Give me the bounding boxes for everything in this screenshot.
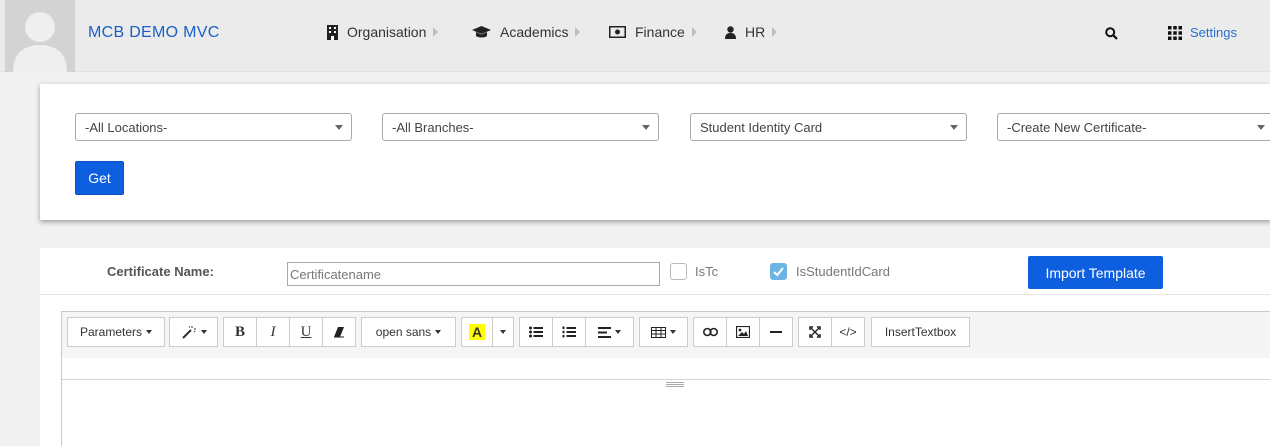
get-button[interactable]: Get: [75, 161, 124, 195]
fullscreen-icon: [809, 326, 821, 338]
highlight-color-button[interactable]: A: [461, 317, 493, 347]
caret-down-icon: [500, 330, 506, 334]
chevron-right-icon: [433, 27, 439, 37]
table-icon: [651, 326, 666, 338]
location-select-value: -All Locations-: [85, 120, 168, 135]
magic-wand-icon: [181, 326, 196, 339]
branch-select-value: -All Branches-: [392, 120, 474, 135]
italic-button[interactable]: I: [256, 317, 290, 347]
istc-checkbox[interactable]: [670, 263, 687, 280]
caret-down-icon: [670, 330, 676, 334]
nav-hr[interactable]: HR: [725, 22, 778, 42]
caret-down-icon: [146, 330, 153, 334]
list-ol-icon: [562, 326, 576, 338]
nav-finance[interactable]: Finance: [609, 22, 697, 42]
editor-toolbar: Parameters B I U open sans A </> InsertT…: [62, 312, 1270, 358]
code-view-button[interactable]: </>: [831, 317, 865, 347]
isstudentidcard-label: IsStudentIdCard: [796, 264, 890, 279]
align-left-icon: [598, 326, 611, 338]
nav-academics-label: Academics: [500, 24, 569, 40]
checkmark-icon: [773, 267, 784, 277]
certificate-name-input[interactable]: [287, 262, 660, 286]
nav-hr-label: HR: [745, 24, 766, 40]
ordered-list-button[interactable]: [552, 317, 586, 347]
eraser-icon: [334, 327, 344, 338]
insert-textbox-button[interactable]: InsertTextbox: [871, 317, 970, 347]
underline-button[interactable]: U: [289, 317, 323, 347]
nav-finance-label: Finance: [635, 24, 685, 40]
caret-down-icon: [435, 330, 442, 334]
parameters-label: Parameters: [79, 325, 143, 339]
editor-separator: [62, 379, 1270, 380]
settings-link[interactable]: Settings: [1168, 25, 1237, 40]
horizontal-rule-button[interactable]: [759, 317, 793, 347]
grid-icon: [1168, 25, 1182, 40]
chevron-down-icon: [950, 125, 958, 130]
paragraph-dropdown[interactable]: [585, 317, 634, 347]
parameters-dropdown[interactable]: Parameters: [67, 317, 165, 347]
font-name-dropdown[interactable]: open sans: [361, 317, 456, 347]
location-select[interactable]: -All Locations-: [75, 113, 352, 141]
top-navbar: MCB DEMO MVC Organisation Academics Fina…: [0, 0, 1270, 72]
rich-text-editor: Parameters B I U open sans A </> InsertT…: [61, 311, 1270, 446]
filter-panel: -All Locations- -All Branches- Student I…: [40, 84, 1270, 220]
horizontal-rule-icon: [770, 330, 782, 333]
certificate-type-select[interactable]: Student Identity Card: [690, 113, 967, 141]
image-icon: [736, 326, 750, 338]
link-button[interactable]: [693, 317, 727, 347]
resize-handle-icon[interactable]: [666, 382, 684, 387]
user-avatar-icon: [5, 0, 75, 72]
bold-button[interactable]: B: [223, 317, 257, 347]
chevron-right-icon: [691, 27, 697, 37]
style-dropdown[interactable]: [169, 317, 218, 347]
app-title[interactable]: MCB DEMO MVC: [88, 24, 220, 42]
chevron-right-icon: [772, 27, 778, 37]
nav-organisation-label: Organisation: [347, 24, 427, 40]
avatar[interactable]: [5, 0, 75, 72]
certificate-name-label: Certificate Name:: [107, 264, 214, 279]
user-icon: [725, 25, 736, 39]
chevron-down-icon: [335, 125, 343, 130]
istc-label: IsTc: [695, 264, 719, 279]
branch-select[interactable]: -All Branches-: [382, 113, 659, 141]
search-button[interactable]: [1105, 27, 1118, 43]
certificate-editor-panel: Certificate Name: IsTc IsStudentIdCard I…: [40, 248, 1270, 446]
unordered-list-button[interactable]: [519, 317, 553, 347]
color-dropdown-button[interactable]: [492, 317, 514, 347]
nav-academics[interactable]: Academics: [472, 22, 581, 42]
money-bill-icon: [609, 26, 626, 38]
fullscreen-button[interactable]: [798, 317, 832, 347]
highlight-sample: A: [468, 324, 486, 340]
import-template-button[interactable]: Import Template: [1028, 256, 1163, 289]
certificate-select-value: -Create New Certificate-: [1007, 120, 1147, 135]
certificate-select[interactable]: -Create New Certificate-: [997, 113, 1270, 141]
editor-content-area[interactable]: [62, 388, 1270, 446]
clear-format-button[interactable]: [322, 317, 356, 347]
search-icon: [1105, 27, 1118, 40]
graduation-cap-icon: [472, 26, 491, 38]
caret-down-icon: [200, 330, 207, 334]
settings-label: Settings: [1190, 25, 1237, 40]
divider: [40, 294, 1270, 295]
building-icon: [327, 24, 338, 40]
list-ul-icon: [529, 326, 543, 338]
caret-down-icon: [615, 330, 621, 334]
chevron-down-icon: [642, 125, 650, 130]
link-icon: [702, 327, 718, 337]
table-dropdown[interactable]: [639, 317, 688, 347]
font-name-label: open sans: [375, 325, 432, 339]
chevron-right-icon: [575, 27, 581, 37]
chevron-down-icon: [1257, 125, 1265, 130]
nav-organisation[interactable]: Organisation: [327, 22, 439, 42]
certificate-type-select-value: Student Identity Card: [700, 120, 823, 135]
image-button[interactable]: [726, 317, 760, 347]
isstudentidcard-checkbox[interactable]: [770, 263, 787, 280]
